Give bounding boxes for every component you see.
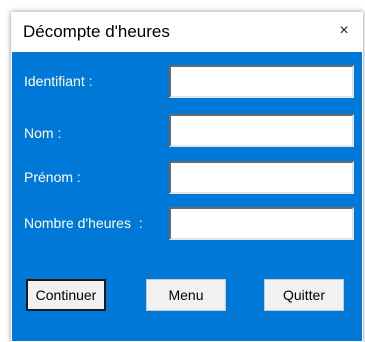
dialog-window: Décompte d'heures × Identifiant : Nom : … (11, 12, 363, 342)
menu-button[interactable]: Menu (146, 279, 226, 311)
close-button[interactable]: × (329, 16, 359, 46)
window-title: Décompte d'heures (23, 22, 170, 41)
identifiant-label: Identifiant : (24, 73, 93, 89)
nombre-heures-input[interactable] (169, 207, 354, 240)
identifiant-input[interactable] (169, 65, 354, 98)
nom-label: Nom : (24, 125, 62, 141)
prenom-label: Prénom : (24, 169, 81, 185)
nombre-heures-label: Nombre d'heures : (24, 215, 143, 231)
continue-button[interactable]: Continuer (26, 279, 106, 311)
form-panel: Identifiant : Nom : Prénom : Nombre d'he… (12, 52, 362, 341)
nom-input[interactable] (169, 114, 354, 147)
title-bar: Décompte d'heures × (11, 12, 363, 52)
prenom-input[interactable] (169, 161, 354, 194)
close-icon: × (339, 22, 349, 39)
quit-button[interactable]: Quitter (264, 279, 344, 311)
